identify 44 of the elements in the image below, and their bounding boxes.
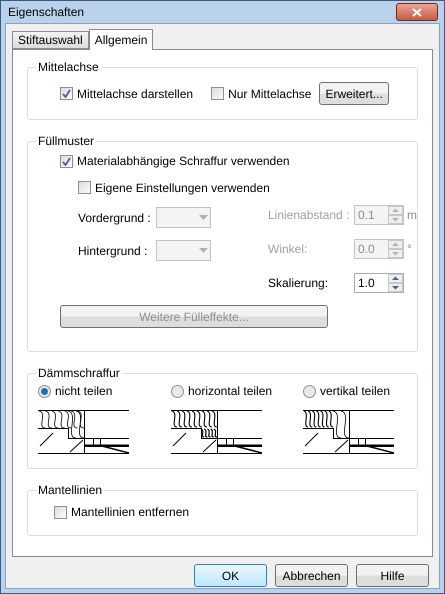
spinner-arrows-icon bbox=[388, 206, 403, 224]
dialog-button[interactable]: OK bbox=[194, 564, 267, 587]
radio-label: horizontal teilen bbox=[188, 384, 272, 398]
group-title: Dämmschraffur bbox=[37, 366, 121, 380]
checkbox[interactable] bbox=[78, 181, 91, 194]
checkbox-label: Mittelachse darstellen bbox=[77, 86, 194, 100]
radio-button[interactable] bbox=[38, 384, 51, 398]
number-spinner[interactable]: 1.0 bbox=[354, 273, 404, 293]
group-title: Füllmuster bbox=[37, 134, 96, 148]
checkbox[interactable] bbox=[60, 87, 73, 100]
checkbox[interactable] bbox=[54, 506, 67, 518]
caret-icon bbox=[199, 215, 208, 220]
checkbox[interactable] bbox=[211, 87, 224, 100]
field-label: Winkel: bbox=[268, 242, 308, 256]
spinner-arrows-icon bbox=[388, 274, 403, 292]
advanced-button[interactable]: Erweitert... bbox=[319, 82, 389, 105]
checkbox-label: Materialabhängige Schraffur verwenden bbox=[77, 154, 290, 168]
checkbox-label: Mantellinien entfernen bbox=[71, 505, 190, 519]
checkbox[interactable] bbox=[60, 154, 73, 168]
close-icon bbox=[412, 8, 422, 16]
caret-icon bbox=[199, 248, 208, 253]
window-title: Eigenschaften bbox=[8, 5, 84, 19]
tab[interactable]: Allgemein bbox=[88, 29, 154, 50]
close-button[interactable] bbox=[396, 3, 438, 21]
field-label: Skalierung: bbox=[268, 276, 330, 290]
checkbox-label: Nur Mittelachse bbox=[228, 86, 312, 100]
field-label: Hintergrund : bbox=[78, 244, 148, 258]
field-label: Vordergrund : bbox=[78, 210, 152, 224]
checkmark-icon bbox=[62, 156, 71, 166]
checkmark-icon bbox=[62, 89, 71, 98]
unit-label: ° bbox=[407, 242, 412, 256]
radio-button[interactable] bbox=[171, 384, 184, 398]
unit-label: m bbox=[407, 208, 417, 222]
field-label: Linienabstand : bbox=[268, 208, 350, 222]
tab[interactable]: Stiftauswahl bbox=[12, 31, 89, 49]
group-title: Mantellinien bbox=[37, 483, 104, 497]
checkbox-label: Eigene Einstellungen verwenden bbox=[95, 180, 270, 194]
spinner-arrows-icon bbox=[388, 240, 403, 258]
dialog-button[interactable]: Abbrechen bbox=[275, 564, 348, 587]
dialog-button[interactable]: Hilfe bbox=[356, 564, 429, 587]
group-title: Mittelachse bbox=[37, 60, 100, 74]
radio-label: vertikal teilen bbox=[320, 384, 390, 398]
radio-button[interactable] bbox=[303, 384, 316, 398]
radio-label: nicht teilen bbox=[55, 384, 112, 398]
